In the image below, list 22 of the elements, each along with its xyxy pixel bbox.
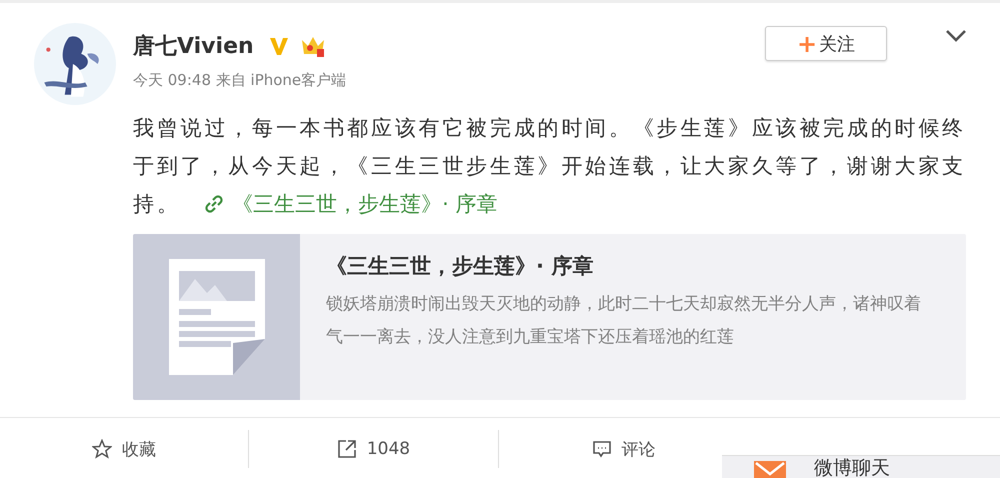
comment-icon bbox=[592, 439, 612, 459]
follow-button[interactable]: +关注 bbox=[765, 26, 887, 61]
avatar[interactable] bbox=[34, 23, 116, 105]
favorite-button[interactable]: 收藏 bbox=[92, 438, 156, 460]
post-meta: 今天 09:48 来自 iPhone客户端 bbox=[133, 71, 346, 90]
post-text: 我曾说过，每一本书都应该有它被完成的时间。《步生莲》应该被完成的时候终于到了，从今天起，《三生三世步生莲》开始连载，让大家久等了，谢谢大家支持。 《三生三世，步生莲》· 序章 bbox=[133, 115, 967, 218]
star-icon bbox=[92, 439, 112, 459]
card-title: 《三生三世，步生莲》· 序章 bbox=[326, 253, 594, 280]
link-icon bbox=[204, 194, 224, 214]
author-name[interactable]: 唐七Vivien bbox=[133, 31, 254, 61]
document-icon bbox=[168, 259, 264, 375]
card-description: 锁妖塔崩溃时闹出毁天灭地的动静，此时二十七天却寂然无半分人声，诸神叹着气一一离去，没人注意到九重宝塔下还压着瑶池的红莲 bbox=[326, 293, 922, 349]
comment-button[interactable]: 评论 bbox=[592, 438, 656, 460]
chevron-down-icon[interactable] bbox=[945, 29, 967, 43]
envelope-icon bbox=[754, 461, 786, 478]
share-icon bbox=[336, 439, 357, 459]
verified-icon bbox=[268, 35, 290, 57]
article-link[interactable]: 《三生三世，步生莲》· 序章 bbox=[204, 192, 498, 216]
article-card[interactable]: 《三生三世，步生莲》· 序章 锁妖塔崩溃时闹出毁天灭地的动静，此时二十七天却寂然无半分人声，诸神叹着气一一离去，没人注意到九重宝塔下还压着瑶池的红莲 bbox=[133, 234, 966, 400]
share-button[interactable]: 1048 bbox=[336, 439, 410, 459]
chat-label: 微博聊天 bbox=[814, 457, 890, 478]
chat-bar[interactable]: 微博聊天 bbox=[722, 455, 1000, 478]
